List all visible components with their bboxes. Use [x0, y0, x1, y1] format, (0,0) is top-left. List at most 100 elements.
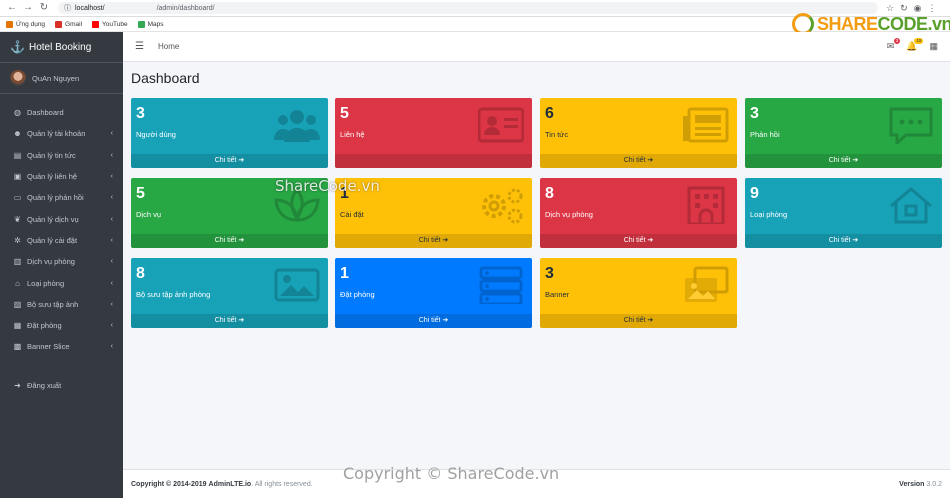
sidebar-item-label: Quản lý phản hồi — [27, 193, 84, 203]
sidebar-item-cogs[interactable]: ✲ Quản lý cài đặt ‹ — [0, 230, 123, 251]
chevron-left-icon: ‹ — [110, 236, 113, 244]
sidebar-item-label: Quản lý liên hệ — [27, 172, 78, 182]
address-card-icon — [478, 107, 524, 143]
tile-count: 3 — [545, 265, 554, 282]
contact-icon: ▣ — [13, 172, 22, 182]
server-icon — [479, 266, 523, 304]
tile-label: Bộ sưu tập ảnh phòng — [136, 290, 211, 299]
home-link[interactable]: Home — [158, 42, 179, 51]
tile-detail-link[interactable]: Chi tiết ➔ — [335, 314, 532, 328]
sidebar-item-label: Đặt phòng — [27, 321, 62, 331]
hamburger-icon[interactable]: ☰ — [135, 41, 144, 52]
tile-detail-link[interactable] — [335, 154, 532, 168]
footer-brand-link[interactable]: AdminLTE.io — [209, 481, 252, 488]
tile-label: Tin tức — [545, 130, 569, 139]
image-icon: ▨ — [13, 299, 22, 309]
tile-detail-link[interactable]: Chi tiết ➔ — [745, 154, 942, 168]
sidebar-item-images[interactable]: ▩ Banner Slice ‹ — [0, 336, 123, 357]
chevron-left-icon: ‹ — [110, 279, 113, 287]
user-name: QuAn Nguyen — [32, 73, 80, 83]
bookmark-item[interactable]: YouTube — [92, 20, 128, 28]
chevron-left-icon: ‹ — [110, 300, 113, 308]
brand-link[interactable]: ⚓ Hotel Booking — [0, 32, 123, 63]
address-bar[interactable]: ⓘ localhost/ /admin/dashboard/ — [58, 2, 878, 14]
sidebar-item-label: Loại phòng — [27, 278, 65, 288]
sidebar-item-label: Dịch vụ phòng — [27, 257, 75, 267]
avatar — [10, 70, 26, 86]
tile-count: 1 — [340, 265, 349, 282]
top-navbar: ☰ Home ✉ 3 🔔 15 ▦ — [123, 32, 950, 62]
tile-detail-link[interactable]: Chi tiết ➔ — [745, 234, 942, 248]
bookmark-label: Maps — [147, 20, 164, 28]
star-icon[interactable]: ☆ — [886, 3, 894, 14]
comment-icon: ▭ — [13, 193, 22, 203]
tile-label: Liên hệ — [340, 130, 365, 139]
sidebar-item-home[interactable]: ⌂ Loại phòng ‹ — [0, 272, 123, 293]
newspaper-icon: ▤ — [13, 150, 22, 160]
sidebar-item-spa[interactable]: ❦ Quản lý dịch vụ ‹ — [0, 208, 123, 229]
sidebar-item-server[interactable]: ▦ Đặt phòng ‹ — [0, 315, 123, 336]
sidebar-item-building[interactable]: ▥ Dịch vụ phòng ‹ — [0, 251, 123, 272]
user-panel[interactable]: QuAn Nguyen — [0, 63, 123, 94]
logo-text-suffix: CODE.vn — [877, 13, 950, 34]
spa-icon: ❦ — [14, 214, 21, 224]
chevron-left-icon: ‹ — [110, 130, 113, 138]
tile-label: Đặt phòng — [340, 290, 375, 299]
tile-count: 5 — [136, 185, 145, 202]
tile-label: Loại phòng — [750, 210, 788, 219]
tile-count: 6 — [545, 105, 554, 122]
sign-out-icon: ➜ — [14, 380, 21, 390]
sidebar-item-dashboard[interactable]: ◍ Dashboard — [0, 102, 123, 123]
sidebar-item-comment[interactable]: ▭ Quản lý phản hồi ‹ — [0, 187, 123, 208]
sidebar-item-newspaper[interactable]: ▤ Quản lý tin tức ‹ — [0, 145, 123, 166]
tile-detail-link[interactable]: Chi tiết ➔ — [540, 314, 737, 328]
profile-icon[interactable]: ◉ — [914, 3, 922, 14]
tile-detail-link[interactable]: Chi tiết ➔ — [335, 234, 532, 248]
sidebar-item-users[interactable]: ☻ Quản lý tài khoản ‹ — [0, 123, 123, 144]
home-icon: ⌂ — [15, 278, 20, 288]
extension-icon[interactable]: ↻ — [900, 3, 908, 14]
users-icon — [274, 110, 320, 142]
image-icon — [274, 268, 320, 302]
copyright-text: Copyright © 2014-2019 — [131, 480, 207, 488]
bookmark-icon — [137, 20, 145, 28]
tile-detail-link[interactable]: Chi tiết ➔ — [540, 234, 737, 248]
grid-icon[interactable]: ▦ — [929, 41, 938, 52]
bookmark-item[interactable]: Maps — [137, 20, 164, 28]
tile-detail-link[interactable]: Chi tiết ➔ — [540, 154, 737, 168]
stat-tile: 9 Loại phòng Chi tiết ➔ — [745, 178, 942, 248]
forward-icon[interactable]: → — [22, 2, 34, 14]
tile-detail-link[interactable]: Chi tiết ➔ — [131, 314, 328, 328]
cogs-icon: ✲ — [14, 235, 21, 245]
sidebar-item-sign-out[interactable]: ➜ Đăng xuất — [0, 375, 123, 396]
newspaper-icon — [683, 107, 729, 143]
reload-icon[interactable]: ↻ — [38, 2, 50, 14]
chevron-left-icon: ‹ — [110, 151, 113, 159]
comment-icon — [889, 107, 933, 144]
logo-text-main: SHARE — [817, 13, 878, 34]
sidebar-item-label: Dashboard — [27, 108, 64, 118]
tile-detail-link[interactable]: Chi tiết ➔ — [131, 234, 328, 248]
tile-count: 8 — [136, 265, 145, 282]
menu-icon[interactable]: ⋮ — [927, 3, 936, 14]
bell-icon[interactable]: 🔔 15 — [906, 38, 924, 52]
images-icon: ▩ — [13, 342, 22, 352]
messages-icon[interactable]: ✉ 3 — [887, 38, 901, 52]
back-icon[interactable]: ← — [6, 2, 18, 14]
sidebar-item-label: Quản lý tài khoản — [27, 129, 86, 139]
url-host: localhost/ — [75, 4, 105, 12]
tile-label: Phản hồi — [750, 130, 780, 139]
tile-detail-link[interactable]: Chi tiết ➔ — [131, 154, 328, 168]
sidebar-item-image[interactable]: ▨ Bộ sưu tập ảnh ‹ — [0, 294, 123, 315]
stat-tile: 1 Đặt phòng Chi tiết ➔ — [335, 258, 532, 328]
sidebar-item-label: Banner Slice — [27, 342, 70, 352]
version-number: 3.0.2 — [926, 480, 942, 488]
bookmark-label: YouTube — [102, 20, 128, 28]
bookmark-label: Ứng dụng — [16, 20, 46, 28]
sidebar-item-contact[interactable]: ▣ Quản lý liên hệ ‹ — [0, 166, 123, 187]
bookmark-item[interactable]: Gmail — [55, 20, 82, 28]
chevron-left-icon: ‹ — [110, 173, 113, 181]
tile-count: 5 — [340, 105, 349, 122]
bookmark-item[interactable]: Ứng dụng — [6, 20, 46, 28]
sidebar-item-label: Quản lý dịch vụ — [27, 214, 79, 224]
